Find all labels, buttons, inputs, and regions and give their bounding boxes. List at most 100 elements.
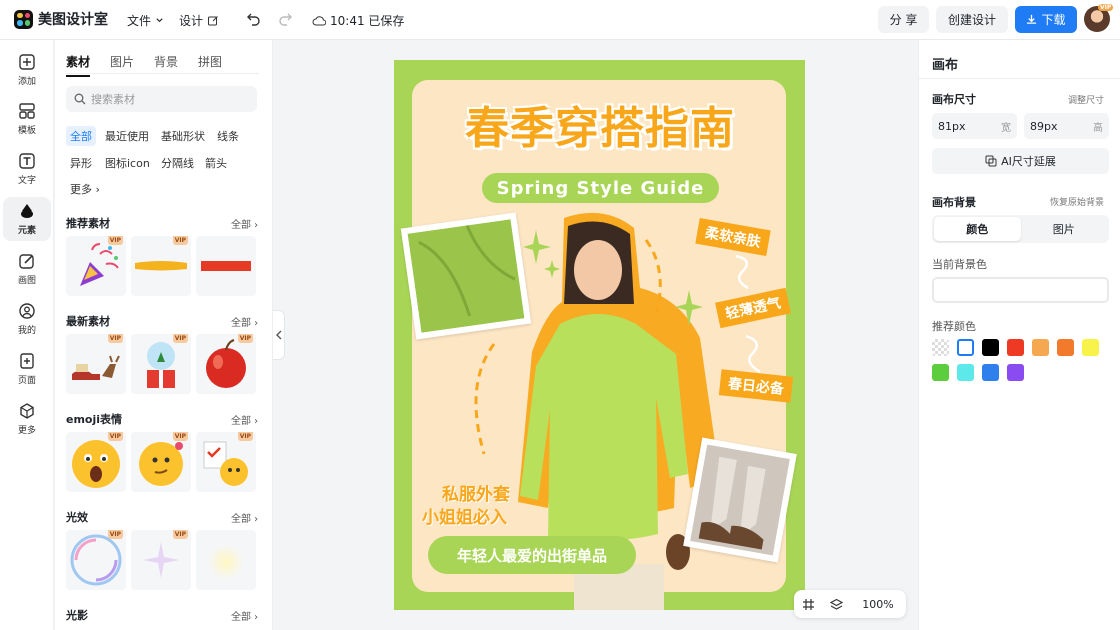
grid-toggle[interactable] xyxy=(794,598,822,611)
panel-divider xyxy=(919,78,1120,79)
section-all-link[interactable]: 全部 › xyxy=(231,510,258,525)
tab-divider xyxy=(66,73,259,74)
chip-basic-shapes[interactable]: 基础形状 xyxy=(157,126,209,146)
ai-extend-button[interactable]: AI尺寸延展 xyxy=(932,148,1109,174)
color-swatch[interactable] xyxy=(1007,339,1024,356)
glow-icon xyxy=(208,544,244,580)
vip-badge: VIP xyxy=(237,334,253,343)
canvas-width-field[interactable]: 81px 宽 xyxy=(932,113,1017,139)
rail-item-label: 添加 xyxy=(17,77,36,87)
seg-image[interactable]: 图片 xyxy=(1021,217,1108,241)
chip-irregular[interactable]: 异形 xyxy=(66,153,96,173)
boots-photo[interactable] xyxy=(683,437,797,563)
create-design-button[interactable]: 创建设计 xyxy=(936,6,1008,33)
rail-item-pages[interactable]: 页面 xyxy=(3,347,51,391)
rail-item-label: 我的 xyxy=(17,326,36,336)
chip-all[interactable]: 全部 xyxy=(66,126,96,146)
bubble-icon xyxy=(70,534,122,586)
edit-icon xyxy=(208,15,218,25)
color-swatch[interactable] xyxy=(957,339,974,356)
section-all-link[interactable]: 全部 › xyxy=(231,412,258,427)
vip-badge: VIP xyxy=(107,432,123,441)
color-swatch[interactable] xyxy=(1032,339,1049,356)
section-all-label: 全部 xyxy=(231,514,251,525)
material-thumb-sparkle[interactable]: VIP xyxy=(131,530,191,590)
curly-arrow-decoration xyxy=(745,334,761,374)
current-bg-color[interactable] xyxy=(932,277,1109,303)
rail-item-add[interactable]: 添加 xyxy=(3,48,51,92)
layers-toggle[interactable] xyxy=(822,598,850,611)
material-thumb-snow-globe[interactable]: VIP xyxy=(131,334,191,394)
vip-badge: VIP xyxy=(172,432,188,441)
zoom-level[interactable]: 100% xyxy=(850,598,906,611)
ai-extend-label: AI尺寸延展 xyxy=(1001,155,1056,168)
color-swatch[interactable] xyxy=(982,364,999,381)
panel-title: 画布 xyxy=(932,58,959,73)
rail-item-label: 元素 xyxy=(17,226,36,236)
color-swatch[interactable] xyxy=(982,339,999,356)
canvas-height-unit: 高 xyxy=(1093,122,1103,134)
undo-icon[interactable] xyxy=(244,11,262,29)
color-swatch[interactable] xyxy=(957,364,974,381)
section-all-link[interactable]: 全部 › xyxy=(231,216,258,231)
material-thumb-apple[interactable]: VIP xyxy=(196,334,256,394)
section-title: 最新素材 xyxy=(66,315,110,328)
material-thumb-sleigh[interactable]: VIP xyxy=(66,334,126,394)
poster-title[interactable]: 春季穿搭指南 xyxy=(430,92,770,156)
redo-icon[interactable] xyxy=(277,11,295,29)
material-thumb-bubble[interactable]: VIP xyxy=(66,530,126,590)
chip-arrows[interactable]: 箭头 xyxy=(201,153,231,173)
poster-subtitle-pill[interactable]: Spring Style Guide xyxy=(482,173,719,203)
material-thumb-red-bar[interactable] xyxy=(196,236,256,296)
rail-item-draw[interactable]: 画图 xyxy=(3,247,51,291)
material-thumb-emoji-thinking[interactable]: VIP xyxy=(131,432,191,492)
color-swatch[interactable] xyxy=(1057,339,1074,356)
file-menu[interactable]: 文件 xyxy=(127,12,164,29)
left-rail: 添加 模板 文字 元素 画图 我的 页面 更多 xyxy=(0,40,54,630)
poster-side-line-1[interactable]: 私服外套 xyxy=(442,480,510,505)
template-icon xyxy=(19,103,35,119)
restore-bg-link[interactable]: 恢复原始背景 xyxy=(1050,195,1104,208)
color-swatch[interactable] xyxy=(932,339,949,356)
color-swatch[interactable] xyxy=(932,364,949,381)
section-title: 光效 xyxy=(66,511,88,524)
chip-icons[interactable]: 图标icon xyxy=(101,153,154,173)
section-title: 光影 xyxy=(66,609,88,622)
rail-item-elements[interactable]: 元素 xyxy=(3,197,51,241)
cube-icon xyxy=(20,403,34,419)
canvas-height-field[interactable]: 89px 高 xyxy=(1024,113,1109,139)
material-thumb-yellow-stroke[interactable]: VIP xyxy=(131,236,191,296)
vip-badge: VIP xyxy=(107,334,123,343)
app-logo[interactable]: 美图设计室 xyxy=(14,9,108,29)
search-input[interactable]: 搜索素材 xyxy=(66,86,257,112)
chip-recent[interactable]: 最近使用 xyxy=(101,126,153,146)
chip-dividers[interactable]: 分隔线 xyxy=(157,153,198,173)
chip-more[interactable]: 更多 › xyxy=(66,179,104,199)
material-thumb-emoji-checklist[interactable]: VIP xyxy=(196,432,256,492)
download-button[interactable]: 下载 xyxy=(1015,6,1077,33)
dashed-line-decoration xyxy=(474,343,496,455)
search-placeholder: 搜索素材 xyxy=(91,93,135,106)
seg-color[interactable]: 颜色 xyxy=(934,217,1021,241)
collapse-panel-button[interactable] xyxy=(273,310,285,360)
material-thumb-glow[interactable] xyxy=(196,530,256,590)
rail-item-more[interactable]: 更多 xyxy=(3,397,51,441)
color-swatch[interactable] xyxy=(1007,364,1024,381)
rail-item-templates[interactable]: 模板 xyxy=(3,97,51,141)
cloud-icon xyxy=(312,15,326,25)
rail-item-text[interactable]: 文字 xyxy=(3,147,51,191)
chip-lines[interactable]: 线条 xyxy=(213,126,243,146)
share-button[interactable]: 分 享 xyxy=(878,6,929,33)
color-swatch[interactable] xyxy=(1082,339,1099,356)
design-canvas[interactable]: 春季穿搭指南 Spring Style Guide 柔软亲肤 轻薄透气 春日必备… xyxy=(394,60,805,610)
material-thumb-party-popper[interactable]: VIP xyxy=(66,236,126,296)
section-all-link[interactable]: 全部 › xyxy=(231,608,258,623)
rail-item-mine[interactable]: 我的 xyxy=(3,297,51,341)
adjust-size-link[interactable]: 调整尺寸 xyxy=(1068,93,1104,106)
material-thumb-emoji-scream[interactable]: VIP xyxy=(66,432,126,492)
design-menu[interactable]: 设计 xyxy=(179,12,219,29)
poster-side-line-2[interactable]: 小姐姐必入 xyxy=(422,503,507,528)
canvas-size-label: 画布尺寸 xyxy=(932,93,976,106)
poster-bottom-pill[interactable]: 年轻人最爱的出街单品 xyxy=(428,536,636,574)
section-all-link[interactable]: 全部 › xyxy=(231,314,258,329)
